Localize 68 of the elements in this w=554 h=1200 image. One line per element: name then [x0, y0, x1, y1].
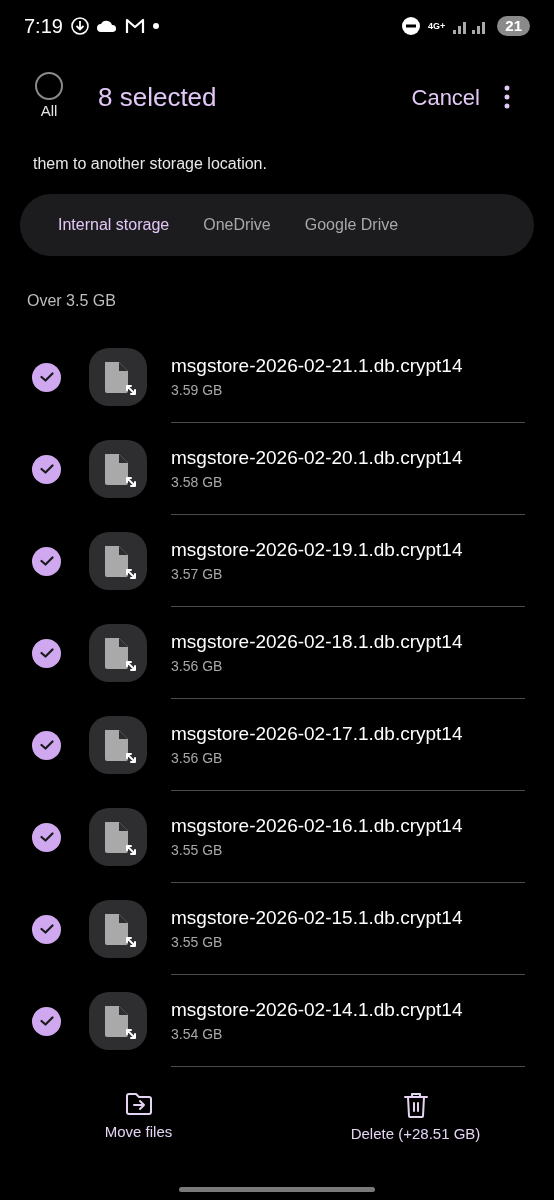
- file-size: 3.55 GB: [171, 841, 224, 861]
- file-icon: [89, 348, 147, 406]
- cancel-button[interactable]: Cancel: [411, 80, 480, 114]
- file-icon: [89, 716, 147, 774]
- file-icon: [89, 808, 147, 866]
- battery-indicator: 21: [497, 16, 530, 36]
- row-checkbox[interactable]: [32, 822, 61, 852]
- storage-tab[interactable]: Google Drive: [304, 213, 399, 237]
- row-checkbox[interactable]: [32, 454, 61, 484]
- delete-button[interactable]: Delete (+28.51 GB): [277, 1091, 554, 1146]
- checkmark-icon: [39, 740, 54, 750]
- file-size: 3.55 GB: [171, 933, 224, 953]
- file-name: msgstore-2026-02-16.1.db.crypt14: [171, 813, 464, 838]
- description: them to another storage location.: [32, 154, 268, 174]
- file-name: msgstore-2026-02-19.1.db.crypt14: [171, 537, 464, 562]
- dot-icon: [152, 23, 159, 29]
- checkmark-icon: [39, 924, 54, 934]
- cloud-icon: [96, 20, 117, 32]
- file-name: msgstore-2026-02-14.1.db.crypt14: [171, 997, 464, 1022]
- file-size: 3.58 GB: [171, 473, 224, 493]
- file-name: msgstore-2026-02-15.1.db.crypt14: [171, 905, 464, 930]
- row-checkbox[interactable]: [32, 1006, 61, 1036]
- file-icon: [89, 624, 147, 682]
- file-icon: [89, 440, 147, 498]
- checkmark-icon: [39, 556, 54, 566]
- file-row[interactable]: msgstore-2026-02-20.1.db.crypt14 3.58 GB: [0, 423, 554, 515]
- section-title: Over 3.5 GB: [26, 291, 117, 311]
- mail-icon: [124, 18, 145, 34]
- row-checkbox[interactable]: [32, 546, 61, 576]
- checkmark-icon: [39, 648, 54, 658]
- checkmark-icon: [39, 1016, 54, 1026]
- file-row[interactable]: msgstore-2026-02-14.1.db.crypt14 3.54 GB: [0, 975, 554, 1067]
- checkmark-icon: [39, 832, 54, 842]
- file-row[interactable]: msgstore-2026-02-18.1.db.crypt14 3.56 GB: [0, 607, 554, 699]
- file-row[interactable]: msgstore-2026-02-17.1.db.crypt14 3.56 GB: [0, 699, 554, 791]
- checkmark-icon: [39, 464, 54, 474]
- file-size: 3.56 GB: [171, 657, 224, 677]
- file-row[interactable]: msgstore-2026-02-16.1.db.crypt14 3.55 GB: [0, 791, 554, 883]
- file-name: msgstore-2026-02-20.1.db.crypt14: [171, 445, 464, 470]
- file-icon: [89, 532, 147, 590]
- download-icon: [70, 17, 89, 35]
- file-name: msgstore-2026-02-17.1.db.crypt14: [171, 721, 464, 746]
- row-checkbox[interactable]: [32, 362, 61, 392]
- file-size: 3.54 GB: [171, 1025, 224, 1045]
- checkmark-icon: [39, 372, 54, 382]
- trash-icon: [402, 1091, 429, 1119]
- row-checkbox[interactable]: [32, 638, 61, 668]
- file-name: msgstore-2026-02-18.1.db.crypt14: [171, 629, 464, 654]
- row-checkbox[interactable]: [32, 914, 61, 944]
- file-row[interactable]: msgstore-2026-02-19.1.db.crypt14 3.57 GB: [0, 515, 554, 607]
- file-size: 3.56 GB: [171, 749, 224, 769]
- more-options-icon[interactable]: [504, 85, 510, 109]
- file-row[interactable]: msgstore-2026-02-15.1.db.crypt14 3.55 GB: [0, 883, 554, 975]
- selection-count: 8 selected: [98, 80, 217, 114]
- folder-arrow-icon: [124, 1091, 153, 1117]
- move-files-button[interactable]: Move files: [0, 1091, 277, 1144]
- storage-tab[interactable]: Internal storage: [58, 213, 170, 237]
- clock: 7:19: [24, 14, 63, 39]
- file-size: 3.57 GB: [171, 565, 224, 585]
- row-checkbox[interactable]: [32, 730, 61, 760]
- file-size: 3.59 GB: [171, 381, 224, 401]
- file-row[interactable]: msgstore-2026-02-21.1.db.crypt14 3.59 GB: [0, 331, 554, 423]
- file-icon: [89, 900, 147, 958]
- file-icon: [89, 992, 147, 1050]
- storage-tab[interactable]: OneDrive: [203, 213, 271, 237]
- do-not-disturb-icon: [402, 17, 421, 35]
- network-type: 4G+: [428, 21, 446, 31]
- file-name: msgstore-2026-02-21.1.db.crypt14: [171, 353, 464, 378]
